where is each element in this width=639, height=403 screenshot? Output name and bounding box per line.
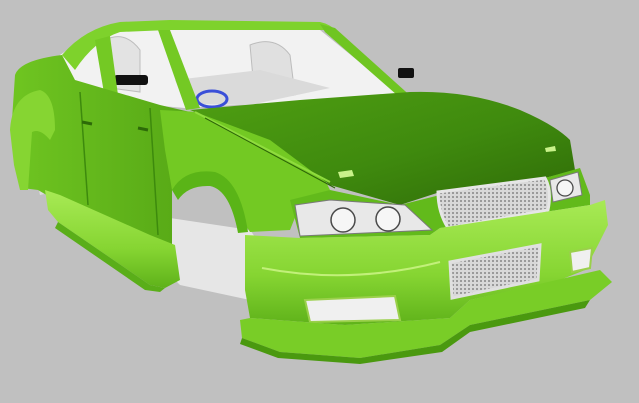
- car-model-render: [0, 0, 639, 403]
- bumper-intake-side: [303, 294, 402, 324]
- mirror-left: [114, 75, 148, 85]
- headlight-lens: [330, 207, 356, 233]
- 3d-viewport[interactable]: [0, 0, 639, 403]
- headlight-lens: [375, 206, 401, 232]
- headlight-lens: [556, 179, 574, 197]
- door-handle: [137, 126, 149, 132]
- mirror-right: [398, 68, 414, 78]
- bumper-intake-right: [568, 246, 594, 274]
- door-handle: [81, 120, 93, 126]
